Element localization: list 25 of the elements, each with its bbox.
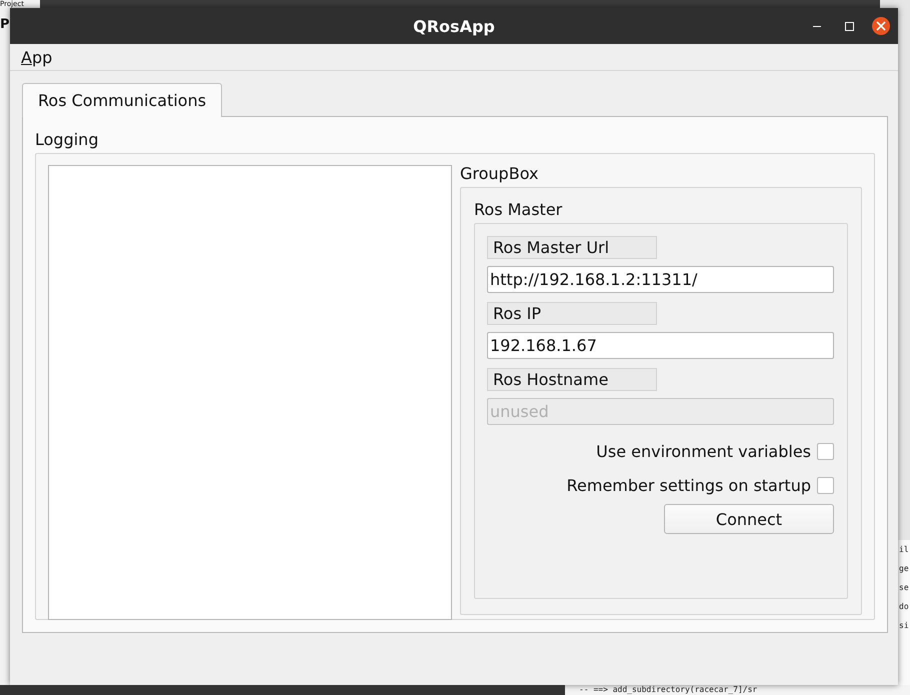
input-field[interactable]: http://192.168.1.2:11311/ (487, 266, 834, 293)
checkbox[interactable] (817, 476, 834, 494)
checkbox-label: Use environment variables (596, 442, 811, 460)
code-line: ge (898, 563, 910, 575)
input-field[interactable]: 192.168.1.67 (487, 332, 834, 359)
group-title: Ros Master (474, 199, 564, 221)
terminal-line: -- ==> add_subdirectory(racecar_7]/sr (578, 685, 758, 695)
window-title: QRosApp (413, 16, 495, 36)
connect-button[interactable]: Connect (664, 504, 834, 534)
menu-item[interactable]: App (16, 48, 58, 66)
close-icon (876, 21, 886, 31)
group-title: Logging (35, 129, 100, 151)
checkbox[interactable] (817, 442, 834, 460)
code-line: se (898, 582, 910, 594)
checkbox-label: Remember settings on startup (566, 476, 811, 494)
code-line: il (898, 544, 910, 556)
close-button[interactable] (872, 17, 890, 35)
panel-heading: P (0, 18, 10, 32)
field-label: Ros Master Url (487, 236, 657, 259)
group-title: GroupBox (460, 164, 540, 185)
code-line: do (898, 601, 910, 613)
code-line: si (898, 620, 910, 632)
field-label: Ros IP (487, 302, 657, 325)
field-label: Ros Hostname (487, 368, 657, 391)
tab[interactable]: Ros Communications (22, 83, 222, 117)
